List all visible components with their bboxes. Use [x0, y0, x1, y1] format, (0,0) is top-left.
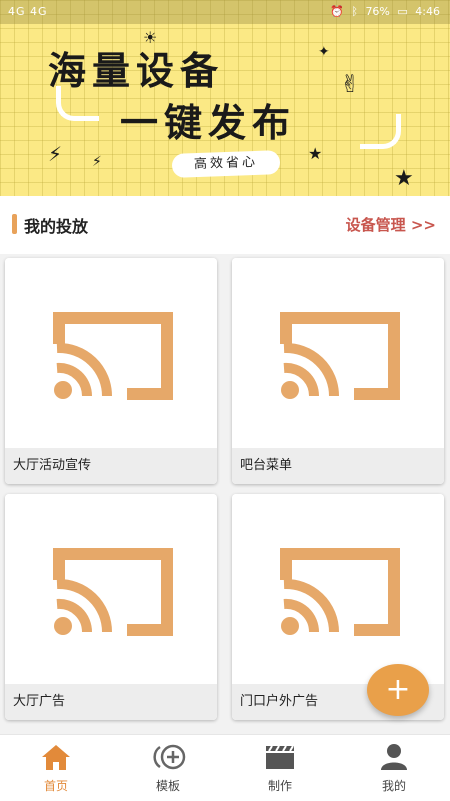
nav-label: 我的	[381, 779, 406, 793]
battery-level: 76%	[365, 5, 390, 18]
template-icon	[153, 744, 186, 770]
lightning-icon: ⚡	[48, 142, 63, 166]
section-header: 我的投放 设备管理 >>	[0, 196, 450, 254]
cast-icon	[280, 548, 400, 636]
star-icon: ✦	[318, 44, 330, 60]
card-item[interactable]: 大厅活动宣传	[5, 258, 217, 484]
nav-item-home[interactable]: 首页	[0, 735, 112, 801]
star-icon: ★	[308, 144, 323, 163]
card-thumbnail	[5, 494, 217, 684]
bluetooth-icon: ᛒ	[351, 5, 358, 18]
cast-icon	[53, 548, 173, 636]
signal-indicator: 4G 4G	[8, 5, 48, 18]
card-thumbnail	[5, 258, 217, 448]
card-label: 大厅活动宣传	[5, 448, 217, 484]
star-icon: ★	[394, 166, 414, 191]
card-label: 大厅广告	[5, 684, 217, 720]
cast-icon	[280, 312, 400, 400]
card-thumbnail	[232, 258, 444, 448]
nav-item-create[interactable]: 制作	[224, 735, 336, 801]
section-accent-bar	[12, 214, 17, 234]
nav-item-mine[interactable]: 我的	[338, 735, 450, 801]
nav-label: 制作	[267, 779, 292, 793]
hand-icon: ✌	[340, 70, 361, 98]
home-icon	[42, 745, 70, 770]
nav-item-template[interactable]: 模板	[112, 735, 224, 801]
status-bar: 4G 4G ⏰ ᛒ 76% ▭ 4:46	[0, 0, 450, 24]
card-item[interactable]: 大厅广告	[5, 494, 217, 720]
card-thumbnail	[232, 494, 444, 684]
clapperboard-icon	[266, 745, 294, 769]
lightning-icon: ⚡	[92, 154, 102, 170]
add-button[interactable]: +	[367, 664, 429, 716]
cast-icon	[53, 312, 173, 400]
battery-icon: ▭	[397, 5, 408, 18]
alarm-icon: ⏰	[330, 5, 344, 18]
clock: 4:46	[415, 5, 440, 18]
nav-label: 首页	[43, 779, 68, 793]
banner[interactable]: 4G 4G ⏰ ᛒ 76% ▭ 4:46 ✦ ⚡ ⚡ ★ ★ ☀ ✌ 海量设备 …	[0, 0, 450, 196]
decor-bracket	[360, 114, 401, 149]
card-label: 吧台菜单	[232, 448, 444, 484]
banner-tagline: 高效省心	[171, 150, 281, 178]
nav-label: 模板	[155, 779, 180, 793]
device-management-link[interactable]: 设备管理 >>	[346, 214, 436, 235]
banner-title-line2: 一键发布	[120, 100, 297, 145]
banner-title-line1: 海量设备	[48, 48, 225, 93]
card-item[interactable]: 吧台菜单	[232, 258, 444, 484]
bottom-nav: 首页 模板 制作 我的	[0, 734, 450, 801]
section-title: 我的投放	[24, 217, 89, 236]
user-icon	[381, 744, 407, 770]
